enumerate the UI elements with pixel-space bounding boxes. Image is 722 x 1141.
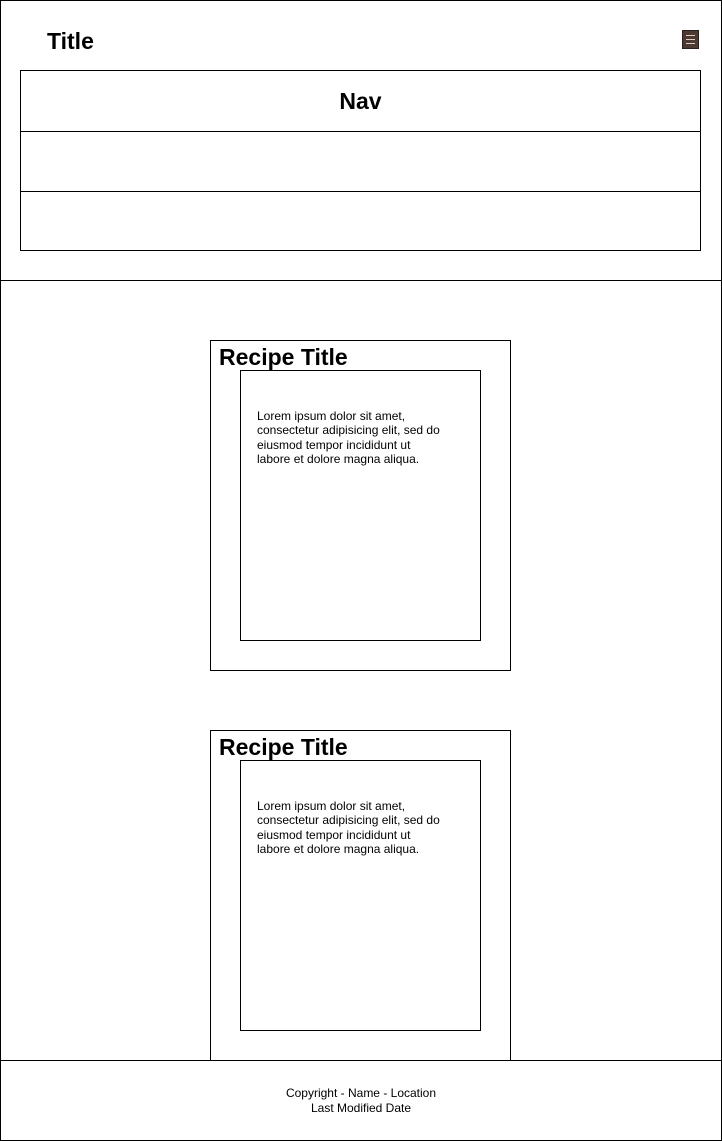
- site-footer: Copyright - Name - Location Last Modifie…: [0, 1060, 722, 1141]
- nav-item-1[interactable]: Nav: [21, 71, 700, 131]
- site-title: Title: [47, 28, 94, 54]
- recipe-text: Lorem ipsum dolor sit amet, consectetur …: [257, 409, 440, 467]
- hamburger-menu-icon[interactable]: [682, 30, 699, 49]
- copyright-text: Copyright - Name - Location: [285, 1086, 437, 1100]
- recipe-title: Recipe Title: [219, 344, 348, 370]
- recipe-card[interactable]: Recipe Title Lorem ipsum dolor sit amet,…: [210, 730, 511, 1061]
- last-modified-text: Last Modified Date: [310, 1101, 412, 1115]
- recipe-body: Lorem ipsum dolor sit amet, consectetur …: [240, 370, 481, 641]
- recipe-text: Lorem ipsum dolor sit amet, consectetur …: [257, 799, 440, 857]
- recipe-card[interactable]: Recipe Title Lorem ipsum dolor sit amet,…: [210, 340, 511, 671]
- recipe-body: Lorem ipsum dolor sit amet, consectetur …: [240, 760, 481, 1031]
- footer-text: Copyright - Name - Location Last Modifie…: [1, 1086, 721, 1116]
- nav-item-2[interactable]: [21, 131, 700, 191]
- site-header: Title Nav: [0, 0, 722, 281]
- nav-item-3[interactable]: [21, 191, 700, 251]
- recipe-title: Recipe Title: [219, 734, 348, 760]
- nav-label: Nav: [339, 88, 382, 114]
- nav-menu: Nav: [20, 70, 701, 251]
